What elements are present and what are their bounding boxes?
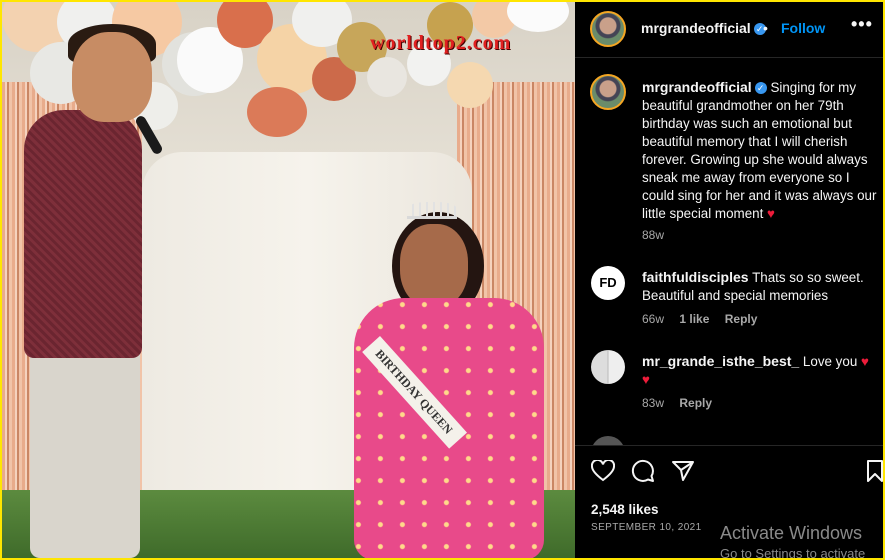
activate-windows-subtitle: Go to Settings to activate (720, 546, 866, 558)
comment-icon[interactable] (631, 459, 655, 483)
likes-count[interactable]: 2,548 likes (591, 502, 659, 517)
reply-button[interactable]: Reply (725, 312, 758, 326)
separator-dot: • (763, 20, 768, 36)
share-icon[interactable] (671, 459, 695, 483)
author-username[interactable]: mrgrandeofficial (641, 20, 751, 36)
bookmark-icon[interactable] (866, 459, 883, 483)
tiara (407, 202, 457, 219)
heart-icon[interactable] (591, 460, 615, 482)
commenter-avatar[interactable] (591, 350, 625, 384)
comment-text: Love you (802, 354, 858, 369)
caption-text: Singing for my beautiful grandmother on … (642, 80, 877, 221)
post-date: SEPTEMBER 10, 2021 (591, 522, 702, 533)
comment-time: 66w (642, 312, 665, 326)
reply-button[interactable]: Reply (679, 396, 712, 410)
post-sidebar: mrgrandeofficial ✓ • Follow ••• mrgrandeo… (575, 2, 883, 558)
comment-username[interactable]: mr_grande_isthe_best_ (642, 353, 799, 369)
caption-author-avatar[interactable] (590, 74, 626, 110)
more-options-icon[interactable]: ••• (851, 14, 873, 35)
instagram-post-window: worldtop2.com BIRTHDAY QUEEN mrgrandeoff… (2, 2, 883, 558)
comment-username[interactable]: faithfuldisciples (642, 269, 749, 285)
activate-windows-title: Activate Windows (720, 523, 863, 543)
comment-likes[interactable]: 1 like (679, 312, 709, 326)
comment-time: 83w (642, 396, 665, 410)
heart-emoji-icon: ♥ (861, 354, 869, 369)
post-photo[interactable]: worldtop2.com BIRTHDAY QUEEN (2, 2, 575, 558)
post-actions: 2,548 likes SEPTEMBER 10, 2021 Activate … (575, 445, 883, 558)
author-avatar[interactable] (590, 11, 626, 47)
follow-button[interactable]: Follow (781, 20, 825, 36)
post-header: mrgrandeofficial ✓ • Follow ••• (575, 2, 883, 58)
heart-emoji-icon: ♥ (642, 372, 650, 387)
watermark: worldtop2.com (370, 32, 512, 54)
comments-list[interactable]: mrgrandeofficial ✓ Singing for my beautif… (575, 58, 883, 445)
commenter-avatar[interactable]: FD (591, 266, 625, 300)
caption-time: 88w (642, 228, 665, 242)
commenter-avatar[interactable] (591, 436, 625, 445)
caption-username[interactable]: mrgrandeofficial (642, 79, 752, 95)
verified-badge-icon: ✓ (754, 82, 767, 94)
heart-emoji-icon: ♥ (767, 206, 775, 221)
